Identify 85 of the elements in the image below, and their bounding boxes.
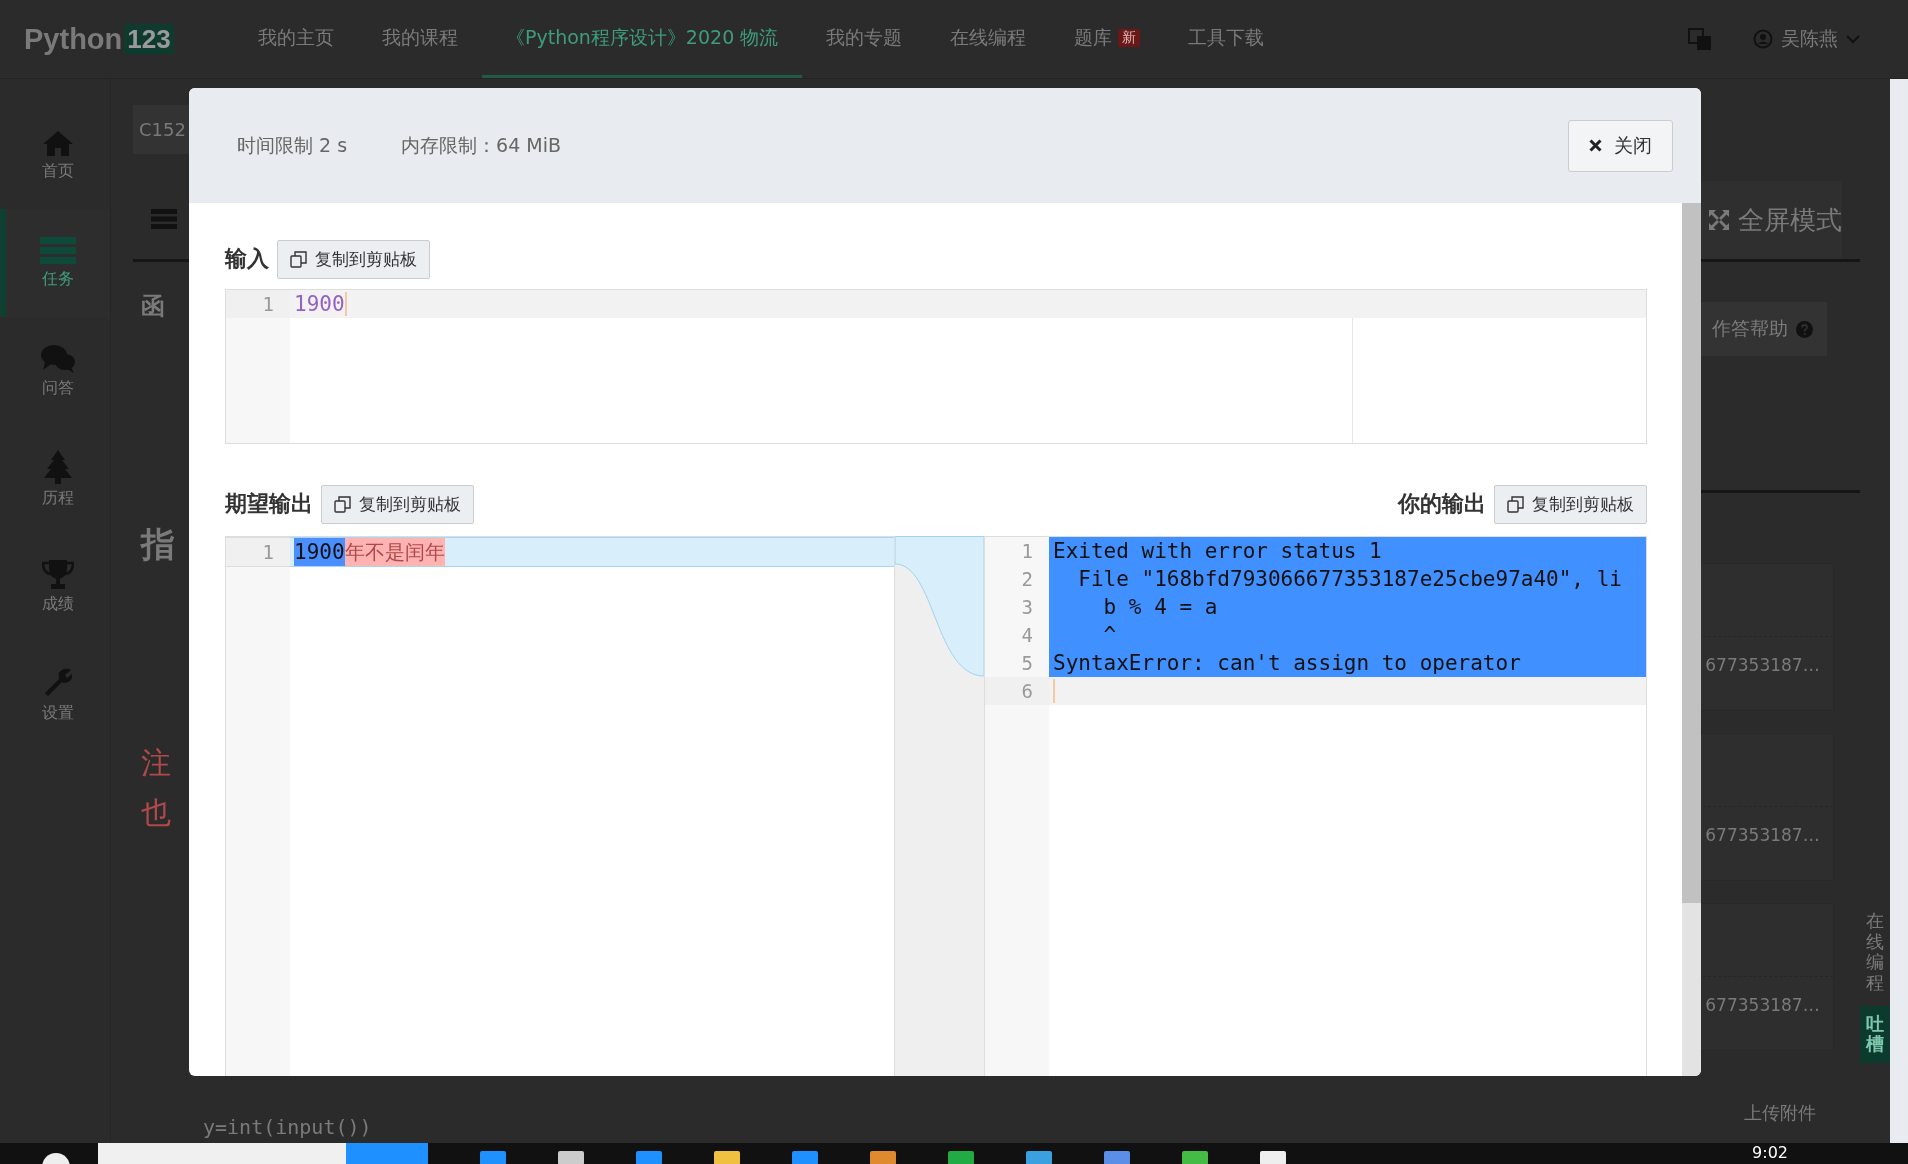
close-button[interactable]: 关闭 (1568, 119, 1673, 172)
removed-text: 年不是闰年 (344, 538, 445, 566)
line-number: 1 (1020, 539, 1034, 564)
expected-output-editor[interactable]: 1 1900年不是闰年 (225, 536, 895, 1076)
sidebar-item[interactable]: 成绩 (0, 533, 110, 641)
copy-button[interactable]: 复制到剪贴板 (277, 239, 430, 279)
note-text: 也 (141, 794, 171, 832)
code-text: File "168bfd793066677353187e25cbe97a40", li (1077, 566, 1622, 593)
code-text: b % 4 = a (1102, 594, 1218, 621)
copy-icon (1507, 495, 1524, 513)
problem-title: 指 (141, 523, 175, 566)
code-text: 1900 (294, 291, 345, 318)
taskbar-app-icon[interactable] (558, 1151, 584, 1164)
code-text: SyntaxError: can't assign to operator (1053, 650, 1521, 677)
taskbar-app-icon[interactable] (636, 1151, 662, 1164)
nav-tab[interactable]: 在线编程 (926, 0, 1051, 78)
section-label: 输入 (225, 245, 269, 273)
sidebar-item[interactable]: 历程 (0, 425, 110, 533)
nav-tab[interactable]: 我的课程 (358, 0, 482, 78)
feedback-button[interactable]: 吐槽 (1860, 1005, 1890, 1063)
taskbar-app-icon[interactable] (792, 1151, 818, 1164)
trophy-icon (42, 559, 74, 590)
sidebar-item[interactable]: 设置 (0, 641, 110, 749)
chevron-down-icon (1846, 34, 1860, 44)
section-label: 你的输出 (1398, 490, 1486, 518)
line-number: 5 (1020, 651, 1034, 676)
user-menu[interactable]: 吴陈燕 (1753, 26, 1860, 52)
taskbar-app-icon[interactable] (1026, 1151, 1052, 1164)
chat-icon (41, 343, 75, 374)
taskbar-app-icon[interactable] (870, 1151, 896, 1164)
line-number: 6 (985, 677, 1049, 705)
line-number: 4 (1020, 623, 1034, 648)
list-icon (40, 236, 76, 265)
nav-tab[interactable]: 题库 新 (1050, 0, 1165, 78)
help-button[interactable]: 作答帮助 (1698, 302, 1828, 356)
sidebar-item[interactable]: 首页 (0, 101, 110, 209)
taskbar-app-icon[interactable] (714, 1151, 740, 1164)
start-icon[interactable] (42, 1153, 70, 1164)
nav-tab[interactable]: 工具下载 (1164, 0, 1289, 78)
copy-button[interactable]: 复制到剪贴板 (1494, 484, 1647, 524)
logo-badge: 123 (124, 24, 174, 54)
cortana-button[interactable] (346, 1143, 428, 1164)
code-line: y=int(input()) (202, 1115, 372, 1141)
taskbar-app-icon[interactable] (480, 1151, 506, 1164)
line-number: 2 (1020, 567, 1034, 592)
section-label: 期望输出 (225, 490, 313, 518)
scrollbar-thumb[interactable] (1682, 203, 1701, 903)
line-number: 1 (226, 290, 290, 318)
memory-limit: 内存限制：64 MiB (401, 132, 561, 158)
nav-tab[interactable]: 我的主页 (234, 0, 358, 78)
online-coding-link[interactable]: 在线编程 (1866, 910, 1884, 994)
taskbar-app-icon[interactable] (1104, 1151, 1130, 1164)
code-text: ^ (1102, 622, 1117, 649)
search-field[interactable] (98, 1143, 346, 1164)
line-number: 3 (1020, 595, 1034, 620)
line-number: 1 (226, 537, 290, 567)
tree-icon (43, 449, 73, 484)
new-badge: 新 (1118, 28, 1141, 47)
copy-icon (334, 495, 351, 513)
taskbar-app-icon[interactable] (948, 1151, 974, 1164)
user-icon (1753, 29, 1773, 49)
copy-button[interactable]: 复制到剪贴板 (321, 484, 474, 524)
breadcrumb[interactable]: C152 (133, 104, 192, 154)
upload-link[interactable]: 上传附件 (1744, 1101, 1817, 1125)
help-icon (1796, 320, 1814, 338)
time-limit: 时间限制 2 s (237, 132, 348, 158)
taskbar-app-icon[interactable] (1182, 1151, 1208, 1164)
logo-text: Python (24, 22, 123, 56)
code-text: 1900 (294, 538, 345, 566)
home-icon (42, 128, 74, 157)
nav-tab[interactable]: 我的专题 (802, 0, 927, 78)
your-output-editor[interactable]: 1 2 3 4 5 6 Exited with error status 1 File "168bfd793066677353187e25cbe97a40", li b % 4 = a ^ SyntaxError: can't assign to operator (984, 536, 1647, 1076)
clock: 9:02 (1752, 1143, 1788, 1163)
page-scrollbar[interactable] (1890, 79, 1908, 1143)
taskbar-app-icon[interactable] (1260, 1151, 1286, 1164)
code-text: Exited with error status 1 (1053, 538, 1382, 565)
note-text: 注 (141, 744, 171, 782)
sidebar-item[interactable]: 问答 (0, 317, 110, 425)
list-icon (151, 209, 177, 229)
close-icon (1589, 139, 1602, 152)
section-heading: 函 (141, 291, 165, 322)
copy-icon (290, 250, 307, 268)
nav-tab[interactable]: 《Python程序设计》2020 物流 (482, 0, 803, 78)
input-editor[interactable]: 1 1900 (225, 289, 1647, 444)
expand-icon (1708, 209, 1731, 231)
